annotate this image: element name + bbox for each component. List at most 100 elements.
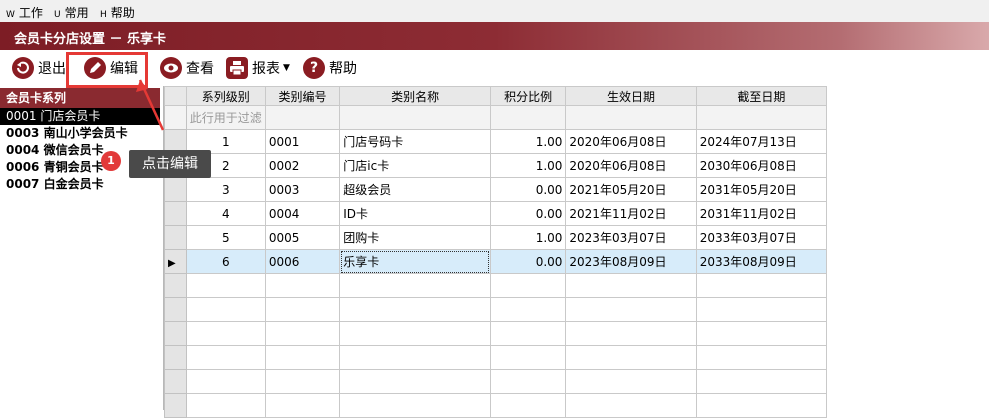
callout-tooltip: 点击编辑 [129, 150, 211, 178]
table-cell[interactable]: 2031年11月02日 [695, 201, 828, 226]
table-cell[interactable]: 0.00 [489, 177, 567, 202]
column-header[interactable]: 积分比例 [489, 86, 567, 106]
empty-cell [489, 369, 567, 394]
category-grid: 系列级别 类别编号 类别名称 积分比例 生效日期 截至日期 此行用于过滤 1 00… [163, 86, 828, 418]
table-cell[interactable]: 2020年06月08日 [565, 129, 697, 154]
printer-icon [226, 57, 248, 79]
empty-cell [695, 393, 828, 418]
table-header-row: 系列级别 类别编号 类别名称 积分比例 生效日期 截至日期 [164, 86, 828, 106]
report-button[interactable]: 报表 ▼ [226, 55, 290, 81]
table-cell[interactable]: 0001 [264, 129, 341, 154]
row-header[interactable] [164, 201, 187, 226]
table-row[interactable]: 5 0005 团购卡 1.00 2023年03月07日 2033年03月07日 [164, 225, 828, 250]
empty-row [164, 321, 828, 346]
table-cell[interactable]: 2023年03月07日 [565, 225, 697, 250]
row-header [164, 345, 187, 370]
table-cell[interactable]: 乐享卡 [339, 249, 491, 274]
table-cell[interactable]: 0005 [264, 225, 341, 250]
table-cell[interactable]: 6 [185, 249, 266, 274]
column-header[interactable]: 生效日期 [565, 86, 697, 106]
row-header [164, 321, 187, 346]
empty-cell [489, 345, 567, 370]
empty-cell [264, 393, 341, 418]
table-cell[interactable]: 5 [185, 225, 266, 250]
table-cell[interactable]: 0002 [264, 153, 341, 178]
empty-cell [264, 273, 341, 298]
row-header[interactable] [164, 225, 187, 250]
step-badge: 1 [101, 151, 121, 171]
empty-cell [339, 321, 491, 346]
empty-cell [185, 345, 266, 370]
empty-cell [695, 297, 828, 322]
row-header [164, 273, 187, 298]
table-cell[interactable]: 团购卡 [339, 225, 491, 250]
dropdown-arrow-icon[interactable]: ▼ [283, 63, 290, 73]
table-row[interactable]: 2 0002 门店ic卡 1.00 2020年06月08日 2030年06月08日 [164, 153, 828, 178]
table-cell[interactable]: 1.00 [489, 153, 567, 178]
empty-cell [185, 273, 266, 298]
empty-cell [264, 345, 341, 370]
empty-cell [264, 369, 341, 394]
column-header[interactable]: 类别名称 [339, 86, 491, 106]
table-cell[interactable]: 0006 [264, 249, 341, 274]
table-cell[interactable]: 2023年08月09日 [565, 249, 697, 274]
table-row[interactable]: ▶ 6 0006 乐享卡 0.00 2023年08月09日 2033年08月09日 [164, 249, 828, 274]
empty-cell [185, 321, 266, 346]
table-cell[interactable]: 2020年06月08日 [565, 153, 697, 178]
table-cell[interactable]: 1.00 [489, 129, 567, 154]
table-cell[interactable]: 2024年07月13日 [695, 129, 828, 154]
row-header[interactable]: ▶ [164, 249, 187, 274]
empty-cell [339, 273, 491, 298]
table-row[interactable]: 1 0001 门店号码卡 1.00 2020年06月08日 2024年07月13日 [164, 129, 828, 154]
table-cell[interactable]: ID卡 [339, 201, 491, 226]
empty-cell [264, 321, 341, 346]
column-header[interactable]: 类别编号 [264, 86, 341, 106]
table-cell[interactable]: 0003 [264, 177, 341, 202]
filter-cell[interactable] [489, 105, 567, 130]
empty-cell [695, 345, 828, 370]
empty-cell [695, 273, 828, 298]
filter-cell[interactable] [264, 105, 341, 130]
help-button[interactable]: ? 帮助 [303, 55, 357, 81]
table-cell[interactable]: 超级会员 [339, 177, 491, 202]
empty-row [164, 345, 828, 370]
filter-cell[interactable] [339, 105, 491, 130]
table-cell[interactable]: 2031年05月20日 [695, 177, 828, 202]
table-cell[interactable]: 2021年05月20日 [565, 177, 697, 202]
empty-cell [489, 297, 567, 322]
empty-cell [565, 273, 697, 298]
table-cell[interactable]: 4 [185, 201, 266, 226]
table-cell[interactable]: 0.00 [489, 201, 567, 226]
row-header [164, 297, 187, 322]
table-cell[interactable]: 0.00 [489, 249, 567, 274]
category-table: 系列级别 类别编号 类别名称 积分比例 生效日期 截至日期 此行用于过滤 1 00… [164, 86, 828, 418]
table-row[interactable]: 3 0003 超级会员 0.00 2021年05月20日 2031年05月20日 [164, 177, 828, 202]
table-cell[interactable]: 2030年06月08日 [695, 153, 828, 178]
table-row[interactable]: 4 0004 ID卡 0.00 2021年11月02日 2031年11月02日 [164, 201, 828, 226]
empty-cell [489, 273, 567, 298]
table-cell[interactable]: 2033年03月07日 [695, 225, 828, 250]
report-label: 报表 [252, 61, 280, 77]
table-cell[interactable]: 门店ic卡 [339, 153, 491, 178]
table-cell[interactable]: 1.00 [489, 225, 567, 250]
table-cell[interactable]: 2033年08月09日 [695, 249, 828, 274]
empty-row [164, 393, 828, 418]
empty-cell [185, 393, 266, 418]
table-cell[interactable]: 门店号码卡 [339, 129, 491, 154]
empty-cell [339, 393, 491, 418]
table-cell[interactable]: 2021年11月02日 [565, 201, 697, 226]
empty-cell [695, 369, 828, 394]
help-label: 帮助 [329, 61, 357, 77]
table-cell[interactable]: 0004 [264, 201, 341, 226]
filter-cell[interactable] [695, 105, 828, 130]
row-header [164, 393, 187, 418]
empty-cell [565, 345, 697, 370]
empty-cell [185, 369, 266, 394]
question-icon: ? [303, 57, 325, 79]
empty-cell [695, 321, 828, 346]
empty-row [164, 273, 828, 298]
column-header[interactable]: 截至日期 [695, 86, 828, 106]
filter-cell[interactable] [565, 105, 697, 130]
empty-cell [565, 393, 697, 418]
empty-cell [565, 369, 697, 394]
